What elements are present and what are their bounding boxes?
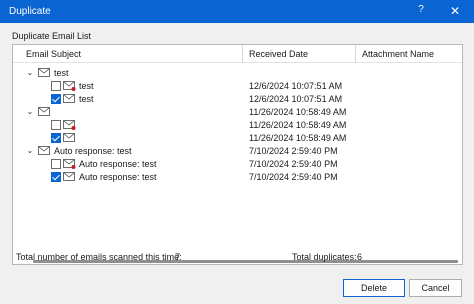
column-divider[interactable] <box>242 45 243 63</box>
email-row[interactable]: 11/26/2024 10:58:49 AM <box>13 132 462 145</box>
received-date: 11/26/2024 10:58:49 AM <box>249 133 347 143</box>
list-header: Email Subject Received Date Attachment N… <box>13 45 462 63</box>
email-row[interactable]: test 12/6/2024 10:07:51 AM <box>13 80 462 93</box>
row-checkbox[interactable] <box>51 159 61 169</box>
email-row[interactable]: test 12/6/2024 10:07:51 AM <box>13 93 462 106</box>
scanned-count-value: 7 <box>175 252 181 262</box>
envelope-icon <box>63 172 76 182</box>
received-date: 11/26/2024 10:58:49 AM <box>249 120 347 130</box>
window-title: Duplicate <box>9 6 51 17</box>
email-subject: test <box>79 81 94 91</box>
envelope-icon <box>38 68 51 78</box>
received-date: 12/6/2024 10:07:51 AM <box>249 94 343 104</box>
email-subject: test <box>54 68 69 78</box>
envelope-icon <box>38 107 51 117</box>
title-bar: Duplicate ? ✕ <box>0 0 474 23</box>
close-button[interactable]: ✕ <box>447 3 463 19</box>
envelope-icon <box>63 133 76 143</box>
help-button[interactable]: ? <box>414 4 428 19</box>
column-header-attachment[interactable]: Attachment Name <box>362 49 434 59</box>
envelope-icon <box>38 146 51 156</box>
group-row[interactable]: ⌄ Auto response: test 7/10/2024 2:59:40 PM <box>13 145 462 158</box>
email-row[interactable]: Auto response: test 7/10/2024 2:59:40 PM <box>13 158 462 171</box>
email-subject: Auto response: test <box>54 146 132 156</box>
duplicates-count-label: Total duplicates: <box>292 252 357 262</box>
group-row[interactable]: ⌄ test <box>13 67 462 80</box>
email-subject: Auto response: test <box>79 159 157 169</box>
received-date: 7/10/2024 2:59:40 PM <box>249 146 338 156</box>
cancel-button[interactable]: Cancel <box>409 279 462 297</box>
scanned-count-label: Total number of emails scanned this time… <box>16 252 182 262</box>
chevron-down-icon[interactable]: ⌄ <box>25 68 35 78</box>
received-date: 7/10/2024 2:59:40 PM <box>249 159 338 169</box>
email-subject: Auto response: test <box>79 172 157 182</box>
unread-dot-icon <box>71 87 76 91</box>
dialog-body: Duplicate Email List Email Subject Recei… <box>0 23 474 304</box>
received-date: 11/26/2024 10:58:49 AM <box>249 107 347 117</box>
unread-dot-icon <box>71 126 76 130</box>
chevron-down-icon[interactable]: ⌄ <box>25 146 35 156</box>
chevron-down-icon[interactable]: ⌄ <box>25 107 35 117</box>
unread-dot-icon <box>71 165 76 169</box>
received-date: 7/10/2024 2:59:40 PM <box>249 172 338 182</box>
row-checkbox[interactable] <box>51 81 61 91</box>
duplicates-count-value: 6 <box>357 252 363 262</box>
duplicate-email-list[interactable]: Email Subject Received Date Attachment N… <box>12 44 463 265</box>
group-row[interactable]: ⌄ 11/26/2024 10:58:49 AM <box>13 106 462 119</box>
envelope-icon <box>63 81 76 91</box>
envelope-icon <box>63 159 76 169</box>
email-row[interactable]: 11/26/2024 10:58:49 AM <box>13 119 462 132</box>
envelope-icon <box>63 120 76 130</box>
column-header-received[interactable]: Received Date <box>249 49 308 59</box>
column-header-subject[interactable]: Email Subject <box>26 49 81 59</box>
row-checkbox[interactable] <box>51 120 61 130</box>
email-row[interactable]: Auto response: test 7/10/2024 2:59:40 PM <box>13 171 462 184</box>
delete-button[interactable]: Delete <box>343 279 405 297</box>
row-checkbox[interactable] <box>51 133 61 143</box>
column-divider[interactable] <box>355 45 356 63</box>
group-label: Duplicate Email List <box>12 31 92 41</box>
envelope-icon <box>63 94 76 104</box>
email-subject: test <box>79 94 94 104</box>
received-date: 12/6/2024 10:07:51 AM <box>249 81 343 91</box>
row-checkbox[interactable] <box>51 94 61 104</box>
row-checkbox[interactable] <box>51 172 61 182</box>
